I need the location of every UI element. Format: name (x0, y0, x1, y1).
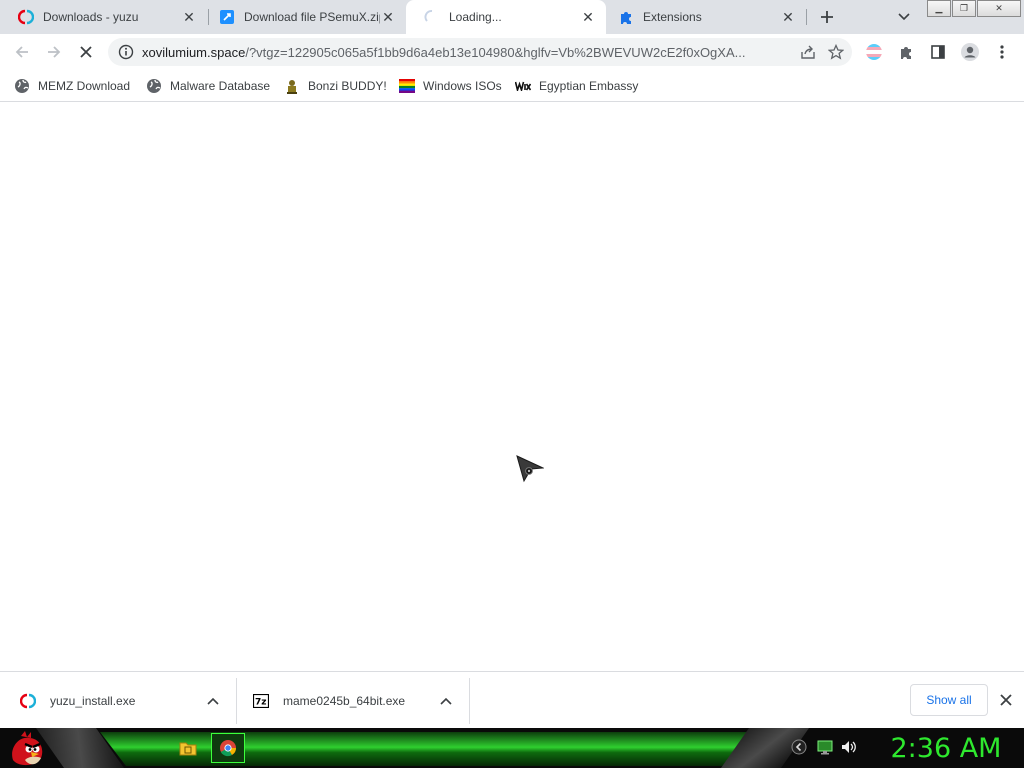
close-shelf-button[interactable] (996, 690, 1016, 710)
back-button[interactable] (10, 40, 34, 64)
close-icon[interactable]: ✕ (380, 9, 396, 25)
download-filename: yuzu_install.exe (50, 694, 136, 708)
address-bar[interactable]: xovilumium.space/?vtgz=122905c065a5f1bb9… (108, 38, 852, 66)
extensions-icon[interactable] (894, 40, 918, 64)
bookmark-malware-database[interactable]: Malware Database (146, 76, 270, 96)
share-icon[interactable] (794, 38, 822, 66)
angry-bird-icon (12, 731, 43, 766)
stop-button[interactable] (74, 40, 98, 64)
url-domain: xovilumium.space (142, 44, 246, 60)
show-hidden-icons-icon[interactable] (790, 738, 808, 756)
download-item[interactable]: 7z mame0245b_64bit.exe (253, 678, 469, 724)
close-icon[interactable]: ✕ (580, 9, 596, 25)
network-icon[interactable] (816, 738, 834, 756)
info-icon[interactable] (118, 44, 134, 60)
tab-title: Extensions (643, 10, 702, 24)
bookmark-label: Malware Database (170, 79, 271, 93)
profile-avatar-icon[interactable] (958, 40, 982, 64)
bookmark-label: MEMZ Download (38, 79, 131, 93)
close-icon[interactable]: ✕ (181, 9, 197, 25)
bookmark-label: Bonzi BUDDY! (308, 79, 387, 93)
side-panel-icon[interactable] (926, 40, 950, 64)
profile-flag-icon[interactable] (862, 40, 886, 64)
tab-extensions[interactable]: Extensions ✕ (606, 0, 806, 34)
bookmark-egyptian-embassy[interactable]: Egyptian Embassy (515, 76, 638, 96)
taskbar-clock[interactable]: 2:36 AM (874, 730, 1018, 766)
globe-icon (146, 78, 162, 94)
tab-search-button[interactable] (894, 7, 914, 27)
url-text[interactable]: xovilumium.space/?vtgz=122905c065a5f1bb9… (142, 45, 794, 60)
mouse-cursor-icon (516, 455, 545, 483)
tab-title: Download file PSemuX.zip (244, 10, 380, 24)
wix-icon (515, 78, 531, 94)
chevron-up-icon[interactable] (438, 693, 454, 709)
tab-download-psemux[interactable]: Download file PSemuX.zip ✕ (209, 0, 406, 34)
download-separator (236, 678, 237, 724)
taskbar: 2:36 AM (0, 728, 1024, 768)
chevron-down-icon (898, 13, 910, 21)
plus-icon (821, 11, 833, 23)
close-icon[interactable]: ✕ (780, 9, 796, 25)
bookmark-label: Windows ISOs (423, 79, 502, 93)
star-icon[interactable] (822, 38, 850, 66)
bookmark-label: Egyptian Embassy (539, 79, 639, 93)
tab-separator (806, 9, 807, 25)
window-close-button[interactable]: ✕ (977, 0, 1021, 17)
taskbar-app-chrome[interactable] (211, 733, 245, 763)
puzzle-piece-icon (618, 9, 634, 25)
yuzu-icon (20, 693, 36, 709)
close-icon (80, 46, 92, 58)
folder-icon (179, 742, 197, 756)
bonzi-icon (284, 78, 300, 94)
download-separator (469, 678, 470, 724)
loading-spinner-icon (424, 9, 440, 25)
show-all-button[interactable]: Show all (910, 684, 988, 716)
svg-text:7z: 7z (255, 698, 267, 708)
bookmarks-bar: MEMZ Download Malware Database Bonzi BUD… (0, 70, 1024, 102)
taskbar-app-explorer[interactable] (171, 733, 205, 763)
browser-toolbar: xovilumium.space/?vtgz=122905c065a5f1bb9… (0, 34, 1024, 70)
rainbow-flag-icon (399, 78, 415, 94)
menu-kebab-icon[interactable] (990, 40, 1014, 64)
tab-title: Downloads - yuzu (43, 10, 139, 24)
page-content[interactable] (0, 103, 1024, 671)
arrow-right-icon (48, 46, 61, 58)
restore-button[interactable]: ❐ (952, 0, 976, 17)
volume-icon[interactable] (840, 738, 858, 756)
chevron-up-icon[interactable] (205, 693, 221, 709)
chrome-icon (220, 740, 236, 757)
forward-button[interactable] (42, 40, 66, 64)
download-filename: mame0245b_64bit.exe (283, 694, 406, 708)
download-item[interactable]: yuzu_install.exe (20, 678, 236, 724)
tab-downloads-yuzu[interactable]: Downloads - yuzu ✕ (0, 0, 207, 34)
yuzu-icon (18, 9, 34, 25)
bookmark-windows-isos[interactable]: Windows ISOs (399, 76, 502, 96)
bookmark-bonzi-buddy[interactable]: Bonzi BUDDY! (284, 76, 387, 96)
tab-title: Loading... (449, 10, 502, 24)
bookmark-memz-download[interactable]: MEMZ Download (14, 76, 130, 96)
mediafire-icon (219, 9, 235, 25)
minimize-button[interactable]: ▁ (927, 0, 951, 17)
globe-icon (14, 78, 30, 94)
url-path: /?vtgz=122905c065a5f1bb9d6a4eb13e104980&… (245, 44, 746, 60)
new-tab-button[interactable] (815, 5, 839, 29)
close-icon (1000, 694, 1012, 706)
download-shelf: yuzu_install.exe 7z mame0245b_64bit.exe … (0, 671, 1024, 728)
arrow-left-icon (15, 46, 28, 58)
start-button[interactable] (6, 730, 48, 768)
7zip-icon: 7z (253, 693, 269, 709)
tab-loading[interactable]: Loading... ✕ (406, 0, 606, 34)
window-controls: ▁ ❐ ✕ (927, 0, 1024, 18)
desktop: Downloads - yuzu ✕ Download file PSemuX.… (0, 0, 1024, 768)
tab-strip: Downloads - yuzu ✕ Download file PSemuX.… (0, 0, 1024, 34)
